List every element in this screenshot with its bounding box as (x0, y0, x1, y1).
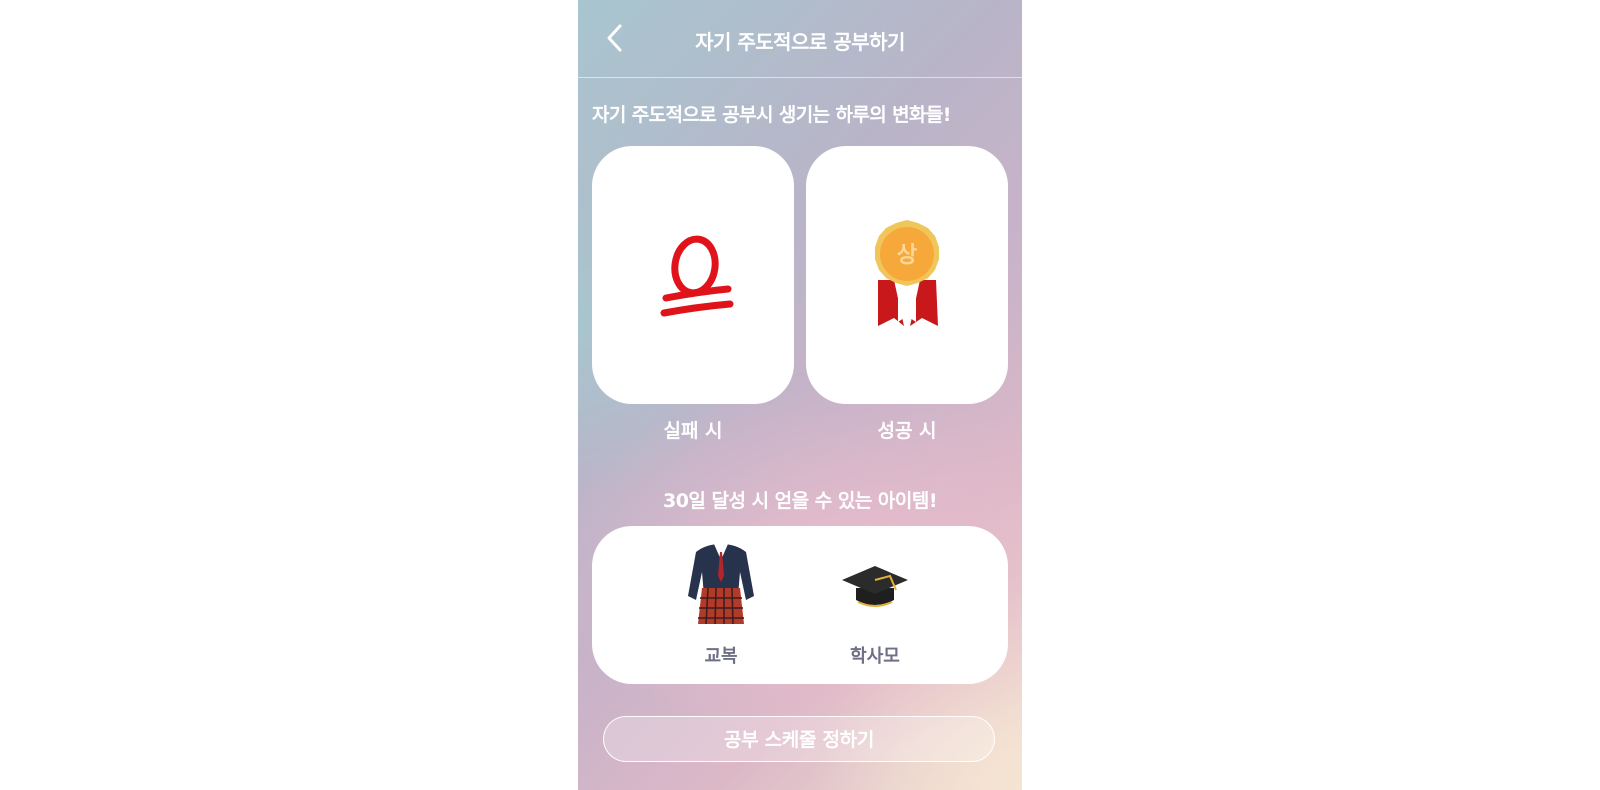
set-schedule-button[interactable]: 공부 스케줄 정하기 (603, 716, 995, 762)
changes-title: 자기 주도적으로 공부시 생기는 하루의 변화들! (592, 104, 951, 126)
success-label: 성공 시 (877, 420, 937, 442)
header: 자기 주도적으로 공부하기 (578, 0, 1022, 78)
phone-screen: 자기 주도적으로 공부하기 자기 주도적으로 공부시 생기는 하루의 변화들! … (578, 0, 1022, 790)
stamp-eu-icon (660, 235, 734, 317)
reward-label-cap: 학사모 (850, 646, 900, 667)
graduation-cap-icon (842, 566, 908, 607)
rewards-box: 교복 학사모 (592, 526, 1008, 684)
medal-icon: 상 (875, 220, 939, 326)
page-title: 자기 주도적으로 공부하기 (695, 30, 905, 54)
success-card: 상 (806, 146, 1008, 404)
fail-label: 실패 시 (663, 420, 723, 442)
school-uniform-icon (688, 544, 754, 625)
fail-card (592, 146, 794, 404)
reward-label-uniform: 교복 (704, 646, 738, 667)
medal-text: 상 (897, 243, 917, 268)
rewards-title: 30일 달성 시 얻을 수 있는 아이템! (662, 490, 938, 512)
reward-item-cap: 학사모 (820, 526, 930, 684)
reward-item-uniform: 교복 (666, 526, 776, 684)
